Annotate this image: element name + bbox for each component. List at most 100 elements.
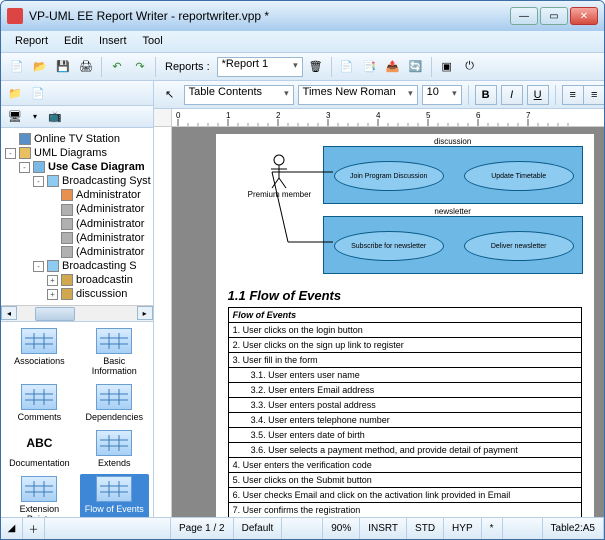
tab-folder-icon[interactable]: 📁 [5,83,25,103]
vertical-ruler[interactable] [154,127,172,517]
document-scroll[interactable]: Premium member discussion Join Program D… [172,127,604,517]
format-toolbar: ↖ Table Contents Times New Roman 10 B I … [154,81,604,109]
status-zoom[interactable]: 90% [323,518,360,539]
template-thumb[interactable]: Extends [80,428,149,470]
style-select[interactable]: Table Contents [184,85,294,105]
copy-icon[interactable]: 📑 [360,57,380,77]
menu-tool[interactable]: Tool [135,31,171,52]
table-row[interactable]: 3.1. User enters user name [228,368,581,383]
new-icon[interactable]: 📄 [7,57,27,77]
status-cell: Table2:A5 [543,518,604,539]
tree-node[interactable]: -Broadcasting S [3,259,151,273]
undo-icon[interactable]: ↶ [107,57,127,77]
table-row[interactable]: 3.4. User enters telephone number [228,413,581,428]
print-icon[interactable]: 🖨 [76,57,96,77]
flow-table[interactable]: Flow of Events 1. User clicks on the log… [228,307,582,517]
tree-node[interactable]: -UML Diagrams [3,146,151,160]
document-wrap: Premium member discussion Join Program D… [154,127,604,517]
export-icon[interactable]: 📤 [383,57,403,77]
delete-icon[interactable]: 🗑 [306,57,326,77]
flow-header: Flow of Events [228,308,581,323]
horizontal-scrollbar[interactable]: ◂▸ [1,305,153,321]
table-row[interactable]: 3.3. User enters postal address [228,398,581,413]
status-std[interactable]: STD [407,518,444,539]
template-thumb[interactable]: Dependencies [80,382,149,424]
table-row[interactable]: 3.2. User enters Email address [228,383,581,398]
minimize-button[interactable]: — [510,7,538,25]
left-panel: 📁 📄 🖥 ▾ 📺 Online TV Station-UML Diagrams… [1,81,154,517]
table-row[interactable]: 3.5. User enters date of birth [228,428,581,443]
tree-node[interactable]: (Administrator [3,202,151,216]
font-select[interactable]: Times New Roman [298,85,418,105]
status-insert[interactable]: INSRT [360,518,407,539]
tree-node[interactable]: +discussion [3,287,151,301]
table-row[interactable]: 5. User clicks on the Submit button [228,473,581,488]
maximize-button[interactable]: ▭ [540,7,568,25]
model-tree[interactable]: Online TV Station-UML Diagrams-Use Case … [1,128,153,322]
status-page: Page 1 / 2 [171,518,234,539]
tree-node[interactable]: (Administrator [3,217,151,231]
pointer-icon[interactable]: ↖ [160,85,180,105]
tv-icon[interactable]: 📺 [45,107,65,127]
menu-insert[interactable]: Insert [91,31,135,52]
tree-node[interactable]: (Administrator [3,231,151,245]
tree-node[interactable]: -Use Case Diagram [3,160,151,174]
svg-text:3: 3 [326,111,331,120]
menubar: Report Edit Insert Tool [1,31,604,53]
reports-label: Reports : [165,61,210,73]
status-hyp[interactable]: HYP [444,518,482,539]
report-page: Premium member discussion Join Program D… [215,133,595,517]
panel-tabs: 📁 📄 [1,81,153,106]
horizontal-ruler[interactable]: 01234567 [172,109,604,126]
corner-tab[interactable]: ◢ [1,518,23,539]
reports-select[interactable]: *Report 1 [217,57,303,77]
app-window: VP-UML EE Report Writer - reportwriter.v… [0,0,605,540]
italic-button[interactable]: I [501,85,523,105]
fontsize-select[interactable]: 10 [422,85,462,105]
underline-button[interactable]: U [527,85,549,105]
template-panel: AssociationsBasic InformationCommentsDep… [1,322,153,517]
template-thumb[interactable]: Associations [5,326,74,378]
add-tab-button[interactable]: ＋ [23,518,45,539]
status-style: Default [234,518,283,539]
main-toolbar: 📄 📂 💾 🖨 ↶ ↷ Reports : *Report 1 🗑 📄 📑 📤 … [1,53,604,81]
close-button[interactable]: ✕ [570,7,598,25]
template-thumb[interactable]: Extension Points [5,474,74,517]
table-row[interactable]: 3.6. User selects a payment method, and … [228,443,581,458]
svg-text:2: 2 [276,111,281,120]
titlebar: VP-UML EE Report Writer - reportwriter.v… [1,1,604,31]
tree-node[interactable]: -Broadcasting Syst [3,174,151,188]
table-row[interactable]: 1. User clicks on the login button [228,323,581,338]
save-icon[interactable]: 💾 [53,57,73,77]
tree-node[interactable]: +broadcastin [3,273,151,287]
refresh-icon[interactable]: 🔄 [406,57,426,77]
power-icon[interactable]: ⏻ [460,57,480,77]
template-thumb[interactable]: Comments [5,382,74,424]
table-row[interactable]: 6. User checks Email and click on the ac… [228,488,581,503]
dropdown-icon[interactable]: ▾ [28,107,42,127]
table-row[interactable]: 7. User confirms the registration [228,503,581,518]
table-row[interactable]: 3. User fill in the form [228,353,581,368]
open-icon[interactable]: 📂 [30,57,50,77]
tree-node[interactable]: Administrator [3,188,151,202]
use-case-diagram: Premium member discussion Join Program D… [228,142,582,282]
table-row[interactable]: 2. User clicks on the sign up link to re… [228,338,581,353]
screen-icon[interactable]: 🖥 [5,107,25,127]
template-thumb[interactable]: ABCDocumentation [5,428,74,470]
redo-icon[interactable]: ↷ [130,57,150,77]
template-thumb[interactable]: Basic Information [80,326,149,378]
svg-text:0: 0 [176,111,181,120]
template-thumb[interactable]: Flow of Events [80,474,149,517]
toggle-icon[interactable]: ▣ [437,57,457,77]
table-row[interactable]: 4. User enters the verification code [228,458,581,473]
align-center-icon[interactable]: ≡ [584,85,604,105]
tree-node[interactable]: (Administrator [3,245,151,259]
menu-report[interactable]: Report [7,31,56,52]
doc-icon[interactable]: 📄 [337,57,357,77]
tree-node[interactable]: Online TV Station [3,132,151,146]
align-left-icon[interactable]: ≡ [562,85,584,105]
bold-button[interactable]: B [475,85,497,105]
tab-doc-icon[interactable]: 📄 [28,83,48,103]
menu-edit[interactable]: Edit [56,31,91,52]
app-icon [7,8,23,24]
